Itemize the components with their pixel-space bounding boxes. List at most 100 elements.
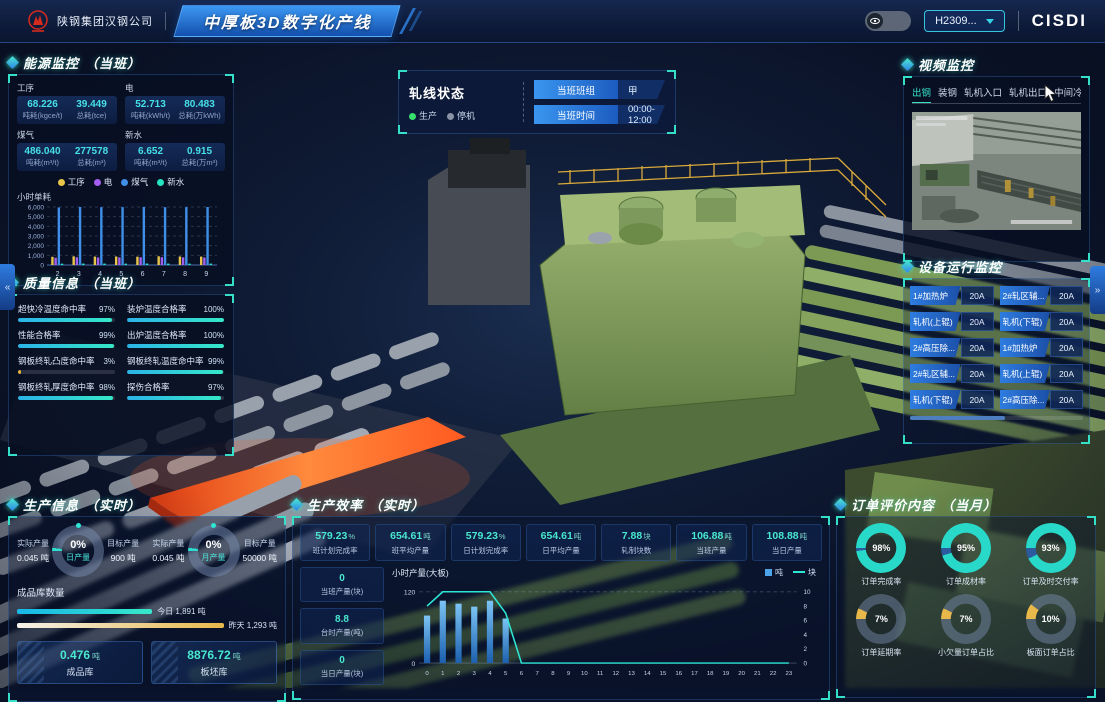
energy-unit-label: 吨耗(kWh/t): [127, 110, 174, 121]
energy-group-name: 电: [125, 82, 225, 94]
header-divider: [165, 12, 166, 30]
stat-value: 579.23%: [302, 530, 368, 542]
stat-label: 班平均产量: [377, 545, 443, 556]
efficiency-side-box: 0当日产量(块): [300, 650, 384, 685]
svg-text:23: 23: [785, 671, 792, 677]
energy-unit-label: 总耗(m³): [68, 157, 115, 168]
quality-percent: 100%: [204, 331, 224, 340]
svg-text:10: 10: [581, 671, 588, 677]
equipment-label-chip[interactable]: 2#高压除...: [910, 338, 961, 357]
legend-dot-icon: [58, 179, 65, 186]
left-collapse-tab[interactable]: «: [0, 264, 15, 310]
camera-select-dropdown[interactable]: H2309...: [924, 10, 1005, 32]
energy-group: 工序68.226吨耗(kgce/t)39.449总耗(tce): [17, 81, 117, 124]
line-status-legend: 生产停机: [409, 109, 513, 122]
energy-group: 新水6.652吨耗(m³/t)0.915总耗(万m³): [125, 128, 225, 171]
orders-scope-text: （当月）: [941, 495, 997, 514]
equipment-label-chip[interactable]: 2#轧区辅...: [910, 364, 961, 383]
legend-dot-icon: [94, 179, 101, 186]
gauge-percent: 0%: [70, 539, 86, 551]
efficiency-stat-card: 654.61吨日平均产量: [526, 524, 596, 561]
order-donut-grid: 98%订单完成率95%订单成材率93%订单及时交付率7%订单延期率7%小欠量订单…: [839, 523, 1093, 658]
svg-text:4: 4: [488, 671, 492, 677]
stat-label: 日计划完成率: [453, 545, 519, 556]
energy-value: 39.449: [68, 99, 115, 110]
svg-text:0: 0: [40, 263, 44, 270]
order-kpi-label: 板面订单占比: [1027, 647, 1075, 658]
efficiency-stat-card: 106.88吨当班产量: [676, 524, 746, 561]
scrollbar-thumb[interactable]: [910, 416, 1005, 420]
warehouse-tile: 8876.72吨板坯库: [151, 641, 277, 684]
equipment-scrollbar[interactable]: [910, 416, 1083, 420]
video-tab[interactable]: 轧机入口: [964, 85, 1002, 99]
equipment-label-chip[interactable]: 1#加热炉: [910, 286, 961, 305]
video-tab[interactable]: 轧机出口: [1009, 85, 1047, 99]
efficiency-scope-text: （实时）: [369, 495, 425, 514]
video-tab[interactable]: 出钢: [912, 85, 931, 99]
order-percent: 10%: [1026, 594, 1076, 644]
line-legend-icon: [793, 571, 805, 573]
quality-item: 装炉温度合格率100%: [127, 303, 224, 322]
video-tab[interactable]: 装钢: [938, 85, 957, 99]
order-kpi: 10% 板面订单占比: [1008, 594, 1093, 658]
production-gauges: 实际产量0.045 吨0%日产量目标产量900 吨实际产量0.045 吨0%月产…: [17, 525, 277, 577]
stock-bar-row: 今日 1,891 吨: [17, 604, 277, 618]
equipment-item: 轧机(上辊)20A: [910, 312, 994, 331]
svg-text:120: 120: [404, 590, 416, 597]
side-box-label: 当班产量(块): [321, 586, 364, 597]
stat-value: 106.88吨: [678, 530, 744, 542]
equipment-current-value: 20A: [961, 338, 994, 357]
equipment-label-chip[interactable]: 1#加热炉: [1000, 338, 1051, 357]
svg-text:0: 0: [412, 661, 416, 668]
warehouse-value: 0.476吨: [18, 648, 142, 662]
equipment-label-chip[interactable]: 2#高压除...: [1000, 390, 1051, 409]
production-gauge-group: 实际产量0.045 吨0%日产量目标产量900 吨: [17, 525, 139, 577]
energy-groups: 工序68.226吨耗(kgce/t)39.449总耗(tce)电52.713吨耗…: [17, 81, 225, 171]
stock-title: 成品库数量: [17, 585, 277, 599]
stat-label: 当班产量: [678, 545, 744, 556]
orders-panel-title: 订单评价内容 （当月）: [836, 494, 1096, 514]
energy-value: 80.483: [176, 99, 223, 110]
order-donut-gauge: 95%: [941, 523, 991, 573]
quality-grid: 超快冷温度命中率97%装炉温度合格率100%性能合格率99%出炉温度合格率100…: [18, 303, 224, 400]
svg-text:20: 20: [738, 671, 745, 677]
hourly-output-chart-title: 小时产量(大板): [392, 567, 449, 579]
order-kpi-label: 订单及时交付率: [1023, 576, 1079, 587]
visibility-toggle[interactable]: [865, 11, 911, 31]
efficiency-stats-row: 579.23%班计划完成率654.61吨班平均产量579.23%日计划完成率65…: [300, 524, 822, 561]
order-donut-gauge: 98%: [856, 523, 906, 573]
warehouse-label: 成品库: [18, 665, 142, 678]
order-kpi-label: 小欠量订单占比: [938, 647, 994, 658]
equipment-label-chip[interactable]: 轧机(上辊): [910, 312, 961, 331]
efficiency-title-text: 生产效率: [307, 495, 363, 514]
cctv-still-image: [912, 112, 1081, 230]
company-logo: [26, 9, 50, 33]
production-panel: 生产信息 （实时） 实际产量0.045 吨0%日产量目标产量900 吨实际产量0…: [8, 494, 286, 702]
diamond-icon: [901, 260, 914, 273]
equipment-label-chip[interactable]: 轧机(上辊): [1000, 364, 1051, 383]
stock-bar-row: 昨天 1,293 吨: [17, 618, 277, 632]
hourly-output-legend: 吨块: [765, 567, 816, 578]
legend-item: 新水: [157, 176, 184, 188]
production-panel-title: 生产信息 （实时）: [8, 494, 286, 514]
cctv-video-feed[interactable]: [912, 112, 1081, 230]
video-tab[interactable]: 中间冷: [1054, 85, 1081, 99]
equipment-label-chip[interactable]: 轧机(下辊): [1000, 312, 1051, 331]
stat-value: 654.61吨: [528, 530, 594, 542]
equipment-label-chip[interactable]: 2#轧区辅...: [1000, 286, 1051, 305]
equipment-label-chip[interactable]: 轧机(下辊): [910, 390, 961, 409]
right-collapse-tab[interactable]: »: [1090, 266, 1105, 314]
efficiency-stat-card: 579.23%日计划完成率: [451, 524, 521, 561]
stock-bar-track: [17, 623, 224, 628]
order-donut-gauge: 93%: [1026, 523, 1076, 573]
equipment-item: 1#加热炉20A: [910, 286, 994, 305]
stock-bar-value: 昨天 1,293 吨: [229, 620, 277, 631]
svg-text:11: 11: [597, 671, 603, 677]
eye-icon: [867, 13, 883, 29]
svg-text:5: 5: [504, 671, 507, 677]
efficiency-panel-title: 生产效率 （实时）: [292, 494, 830, 514]
diamond-icon: [6, 56, 19, 69]
energy-unit-label: 吨耗(m³/t): [19, 157, 66, 168]
quality-item: 性能合格率99%: [18, 329, 115, 348]
svg-text:16: 16: [675, 671, 682, 677]
